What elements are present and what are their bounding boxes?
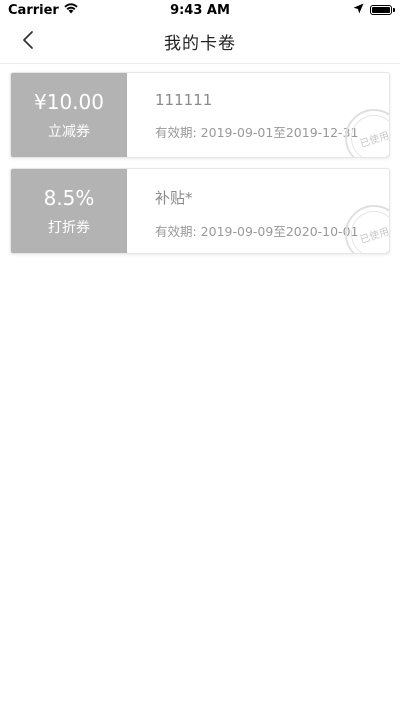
location-icon (353, 3, 364, 18)
status-right (353, 3, 395, 18)
status-left: Carrier (8, 2, 79, 18)
coupon-type: 打折券 (48, 220, 90, 236)
coupon-value: ¥10.00 (34, 90, 104, 114)
chevron-left-icon (21, 30, 35, 54)
carrier-label: Carrier (8, 2, 59, 18)
nav-bar: 我的卡卷 (0, 20, 400, 64)
page-title: 我的卡卷 (164, 34, 236, 54)
coupon-value-panel: ¥10.00 立减券 (11, 73, 127, 157)
wifi-icon (63, 2, 79, 18)
coupon-value: 8.5% (43, 186, 95, 210)
back-button[interactable] (12, 26, 44, 58)
coupon-name: 111111 (155, 91, 213, 109)
status-bar: Carrier 9:43 AM (0, 0, 400, 20)
coupon-type: 立减券 (48, 124, 90, 140)
coupon-card[interactable]: ¥10.00 立减券 111111 有效期: 2019-09-01至2019-1… (10, 72, 390, 158)
coupon-name: 补贴* (155, 189, 193, 207)
coupon-list: ¥10.00 立减券 111111 有效期: 2019-09-01至2019-1… (10, 72, 390, 264)
coupon-card[interactable]: 8.5% 打折券 补贴* 有效期: 2019-09-09至2020-10-01 … (10, 168, 390, 254)
coupon-value-panel: 8.5% 打折券 (11, 169, 127, 253)
battery-icon (370, 5, 395, 15)
